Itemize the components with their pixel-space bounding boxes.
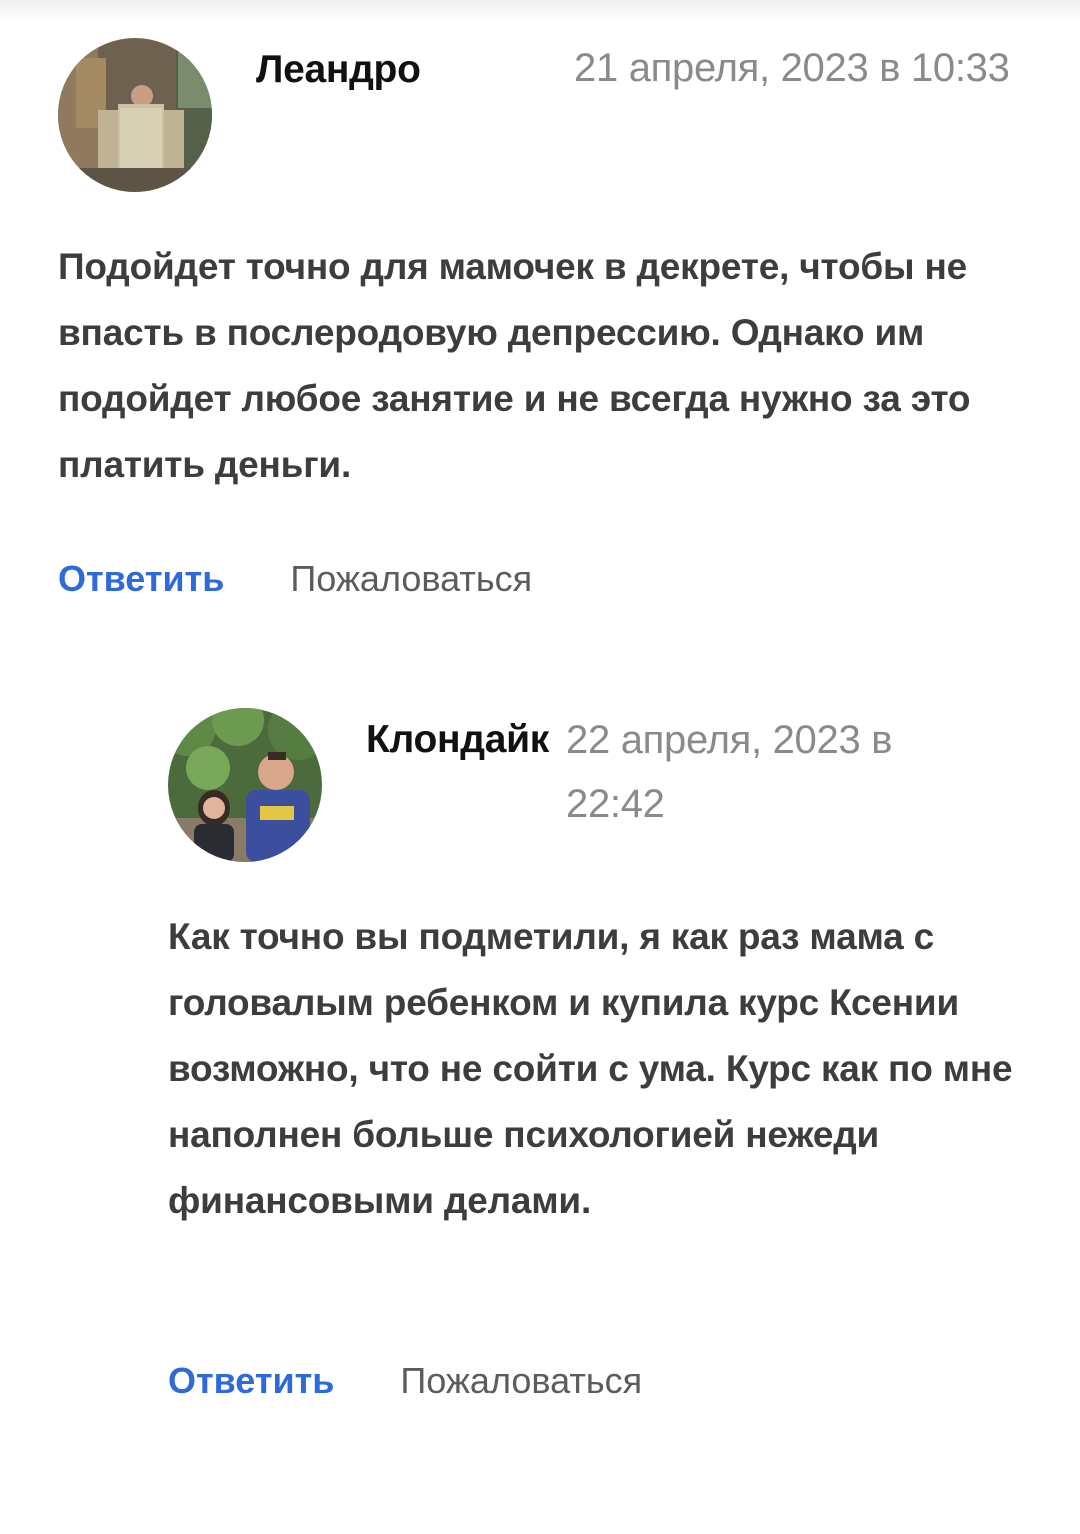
report-button[interactable]: Пожаловаться xyxy=(400,1360,642,1401)
comment-actions: Ответить Пожаловаться xyxy=(168,1360,642,1402)
comment-date: 21 апреля, 2023 в 10:33 xyxy=(574,46,1010,90)
report-button[interactable]: Пожаловаться xyxy=(290,558,532,599)
comment-actions: Ответить Пожаловаться xyxy=(58,558,532,600)
reply-button[interactable]: Ответить xyxy=(58,558,224,599)
top-edge-shadow xyxy=(0,0,1080,22)
comment-text: Подойдет точно для мамочек в декрете, чт… xyxy=(58,246,971,485)
comment-author[interactable]: Клондайк xyxy=(366,718,549,762)
comment-text: Как точно вы подметили, я как раз мама с… xyxy=(168,916,1013,1221)
avatar[interactable] xyxy=(58,38,212,192)
avatar-photo xyxy=(58,38,212,192)
avatar[interactable] xyxy=(168,708,322,862)
avatar-photo xyxy=(168,708,322,862)
reply-button[interactable]: Ответить xyxy=(168,1360,334,1401)
comment-date: 22 апреля, 2023 в 22:42 xyxy=(566,718,893,826)
comment-author[interactable]: Леандро xyxy=(256,48,421,92)
